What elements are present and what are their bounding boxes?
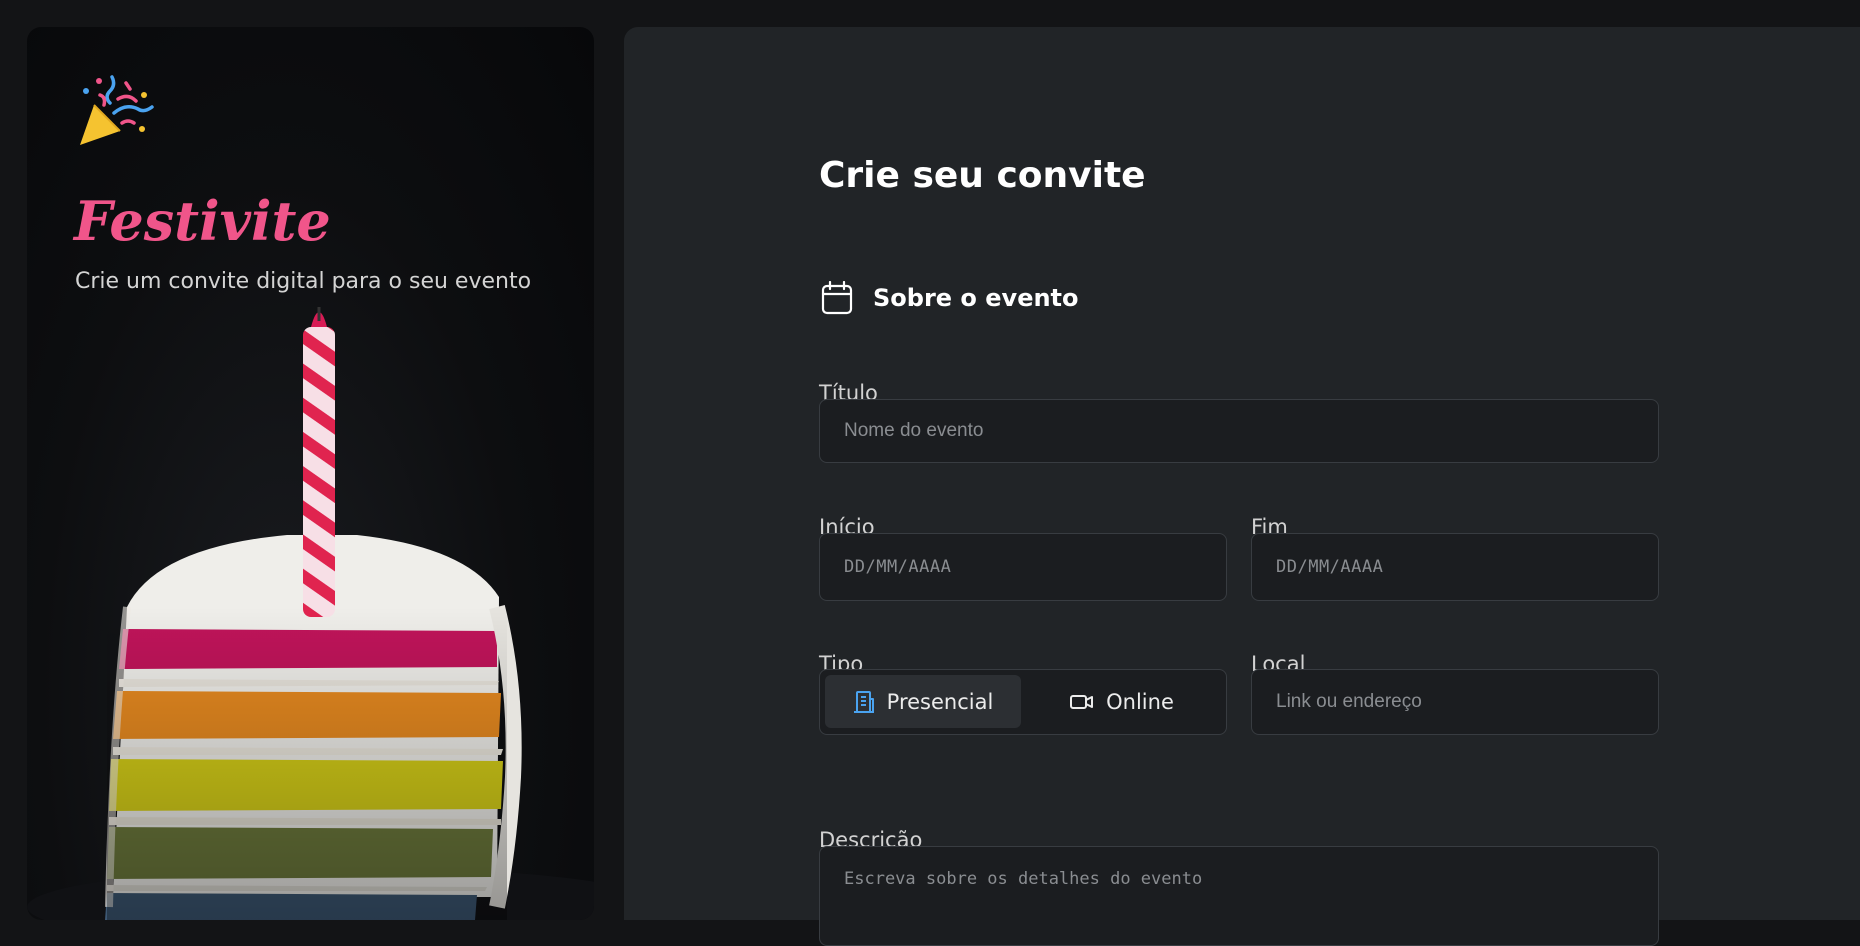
brand-name: Festivite [74,189,331,253]
hero-panel: Festivite Crie um convite digital para o… [27,27,594,920]
descricao-textarea[interactable] [819,846,1659,946]
online-label: Online [1106,689,1174,714]
presencial-option[interactable]: Presencial [825,675,1021,728]
inicio-date-input[interactable] [819,533,1227,601]
local-input[interactable] [1251,669,1659,735]
titulo-input[interactable] [819,399,1659,463]
building-icon [853,690,874,713]
form-panel: Crie seu convite Sobre o evento Título I… [624,27,1860,946]
cake-illustration [27,307,594,920]
party-popper-icon [80,75,154,145]
page-title: Crie seu convite [819,155,1146,196]
presencial-label: Presencial [886,689,994,714]
section-header: Sobre o evento [819,276,1319,316]
video-camera-icon [1070,694,1094,709]
fim-date-input[interactable] [1251,533,1659,601]
calendar-icon [821,281,853,315]
tipo-toggle: Presencial Online [819,669,1227,735]
online-option[interactable]: Online [1024,675,1220,728]
section-title: Sobre o evento [873,284,1079,312]
brand-tagline: Crie um convite digital para o seu event… [75,269,532,294]
